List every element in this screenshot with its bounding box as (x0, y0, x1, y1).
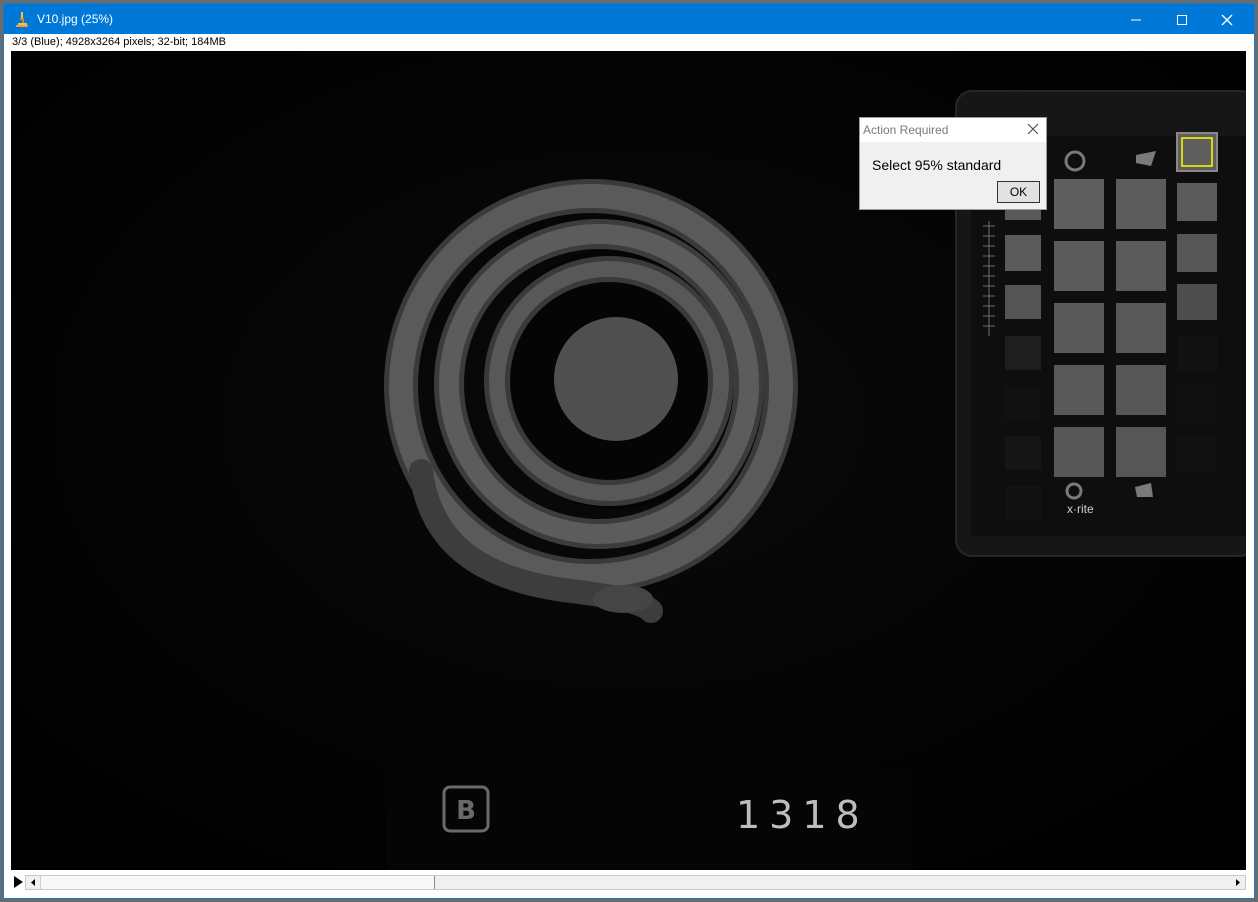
maximize-icon (1177, 15, 1187, 26)
dialog-message: Select 95% standard (872, 157, 1002, 173)
horizontal-scrollbar[interactable] (25, 875, 1246, 890)
image-info-status: 3/3 (Blue); 4928x3264 pixels; 32-bit; 18… (12, 36, 227, 48)
image-window: V10.jpg (25%) 3/3 (Blue); 4928x3264 pixe… (3, 3, 1255, 899)
window-title: V10.jpg (25%) (37, 12, 114, 26)
ok-button[interactable]: OK (997, 181, 1040, 203)
xrite-brand-label: x·rite (1067, 502, 1094, 516)
specimen-number: 1318 (736, 793, 869, 837)
imagej-microscope-icon (16, 12, 28, 27)
specimen-image: B (11, 51, 1246, 870)
maximize-button[interactable] (1159, 4, 1205, 34)
close-icon (1221, 14, 1233, 26)
scroll-left-icon[interactable] (26, 876, 40, 889)
dialog-title-bar[interactable]: Action Required (860, 118, 1046, 142)
scroll-row (4, 870, 1254, 898)
image-canvas[interactable]: B 1318 x·rite (11, 51, 1246, 870)
play-icon[interactable] (12, 875, 24, 889)
scrollbar-thumb[interactable] (40, 876, 435, 889)
minimize-button[interactable] (1113, 4, 1159, 34)
title-bar[interactable]: V10.jpg (25%) (4, 4, 1254, 34)
scroll-right-icon[interactable] (1231, 876, 1245, 889)
grey-standard-disc (554, 317, 678, 441)
dialog-close-icon[interactable] (1026, 122, 1040, 136)
dialog-title: Action Required (863, 123, 949, 137)
minimize-icon (1131, 19, 1141, 21)
svg-text:B: B (456, 796, 476, 826)
close-button[interactable] (1204, 4, 1250, 34)
action-required-dialog: Action Required Select 95% standard OK (859, 117, 1047, 210)
